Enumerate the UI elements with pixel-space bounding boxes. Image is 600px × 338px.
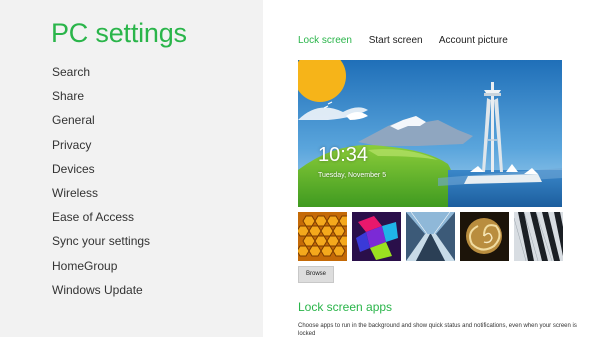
lock-date: Tuesday, November 5 <box>318 172 387 179</box>
lock-screen-preview: 10:34 Tuesday, November 5 <box>298 60 562 207</box>
thumbnail-honeycomb[interactable] <box>298 212 347 261</box>
tab-account-picture[interactable]: Account picture <box>439 35 508 46</box>
lock-screen-apps-title: Lock screen apps <box>298 300 393 314</box>
nav-item-devices[interactable]: Devices <box>52 161 150 185</box>
lock-screen-image <box>298 60 562 207</box>
thumbnail-cubes[interactable] <box>352 212 401 261</box>
nav-item-share[interactable]: Share <box>52 88 150 112</box>
nav-item-wireless[interactable]: Wireless <box>52 185 150 209</box>
nav-item-ease-of-access[interactable]: Ease of Access <box>52 209 150 233</box>
thumbnail-nautilus[interactable] <box>460 212 509 261</box>
nav-item-privacy[interactable]: Privacy <box>52 137 150 161</box>
settings-nav: Search Share General Privacy Devices Wir… <box>52 64 150 306</box>
app-title: PC settings <box>51 18 187 48</box>
tab-start-screen[interactable]: Start screen <box>369 35 423 46</box>
thumbnail-escalators[interactable] <box>406 212 455 261</box>
personalize-tabs: Lock screen Start screen Account picture <box>298 35 522 46</box>
lock-screen-apps-description: Choose apps to run in the background and… <box>298 323 577 337</box>
lock-clock: 10:34 <box>318 144 369 166</box>
left-panel: PC settings Search Share General Privacy… <box>0 0 263 337</box>
nav-item-windows-update[interactable]: Windows Update <box>52 282 150 306</box>
main-panel: Lock screen Start screen Account picture <box>263 0 600 337</box>
browse-button[interactable]: Browse <box>298 266 334 283</box>
tab-lock-screen[interactable]: Lock screen <box>298 35 352 46</box>
nav-item-general[interactable]: General <box>52 112 150 136</box>
background-thumbnails <box>298 212 563 261</box>
nav-item-sync-settings[interactable]: Sync your settings <box>52 233 150 257</box>
nav-item-homegroup[interactable]: HomeGroup <box>52 258 150 282</box>
thumbnail-piano[interactable] <box>514 212 563 261</box>
nav-item-search[interactable]: Search <box>52 64 150 88</box>
